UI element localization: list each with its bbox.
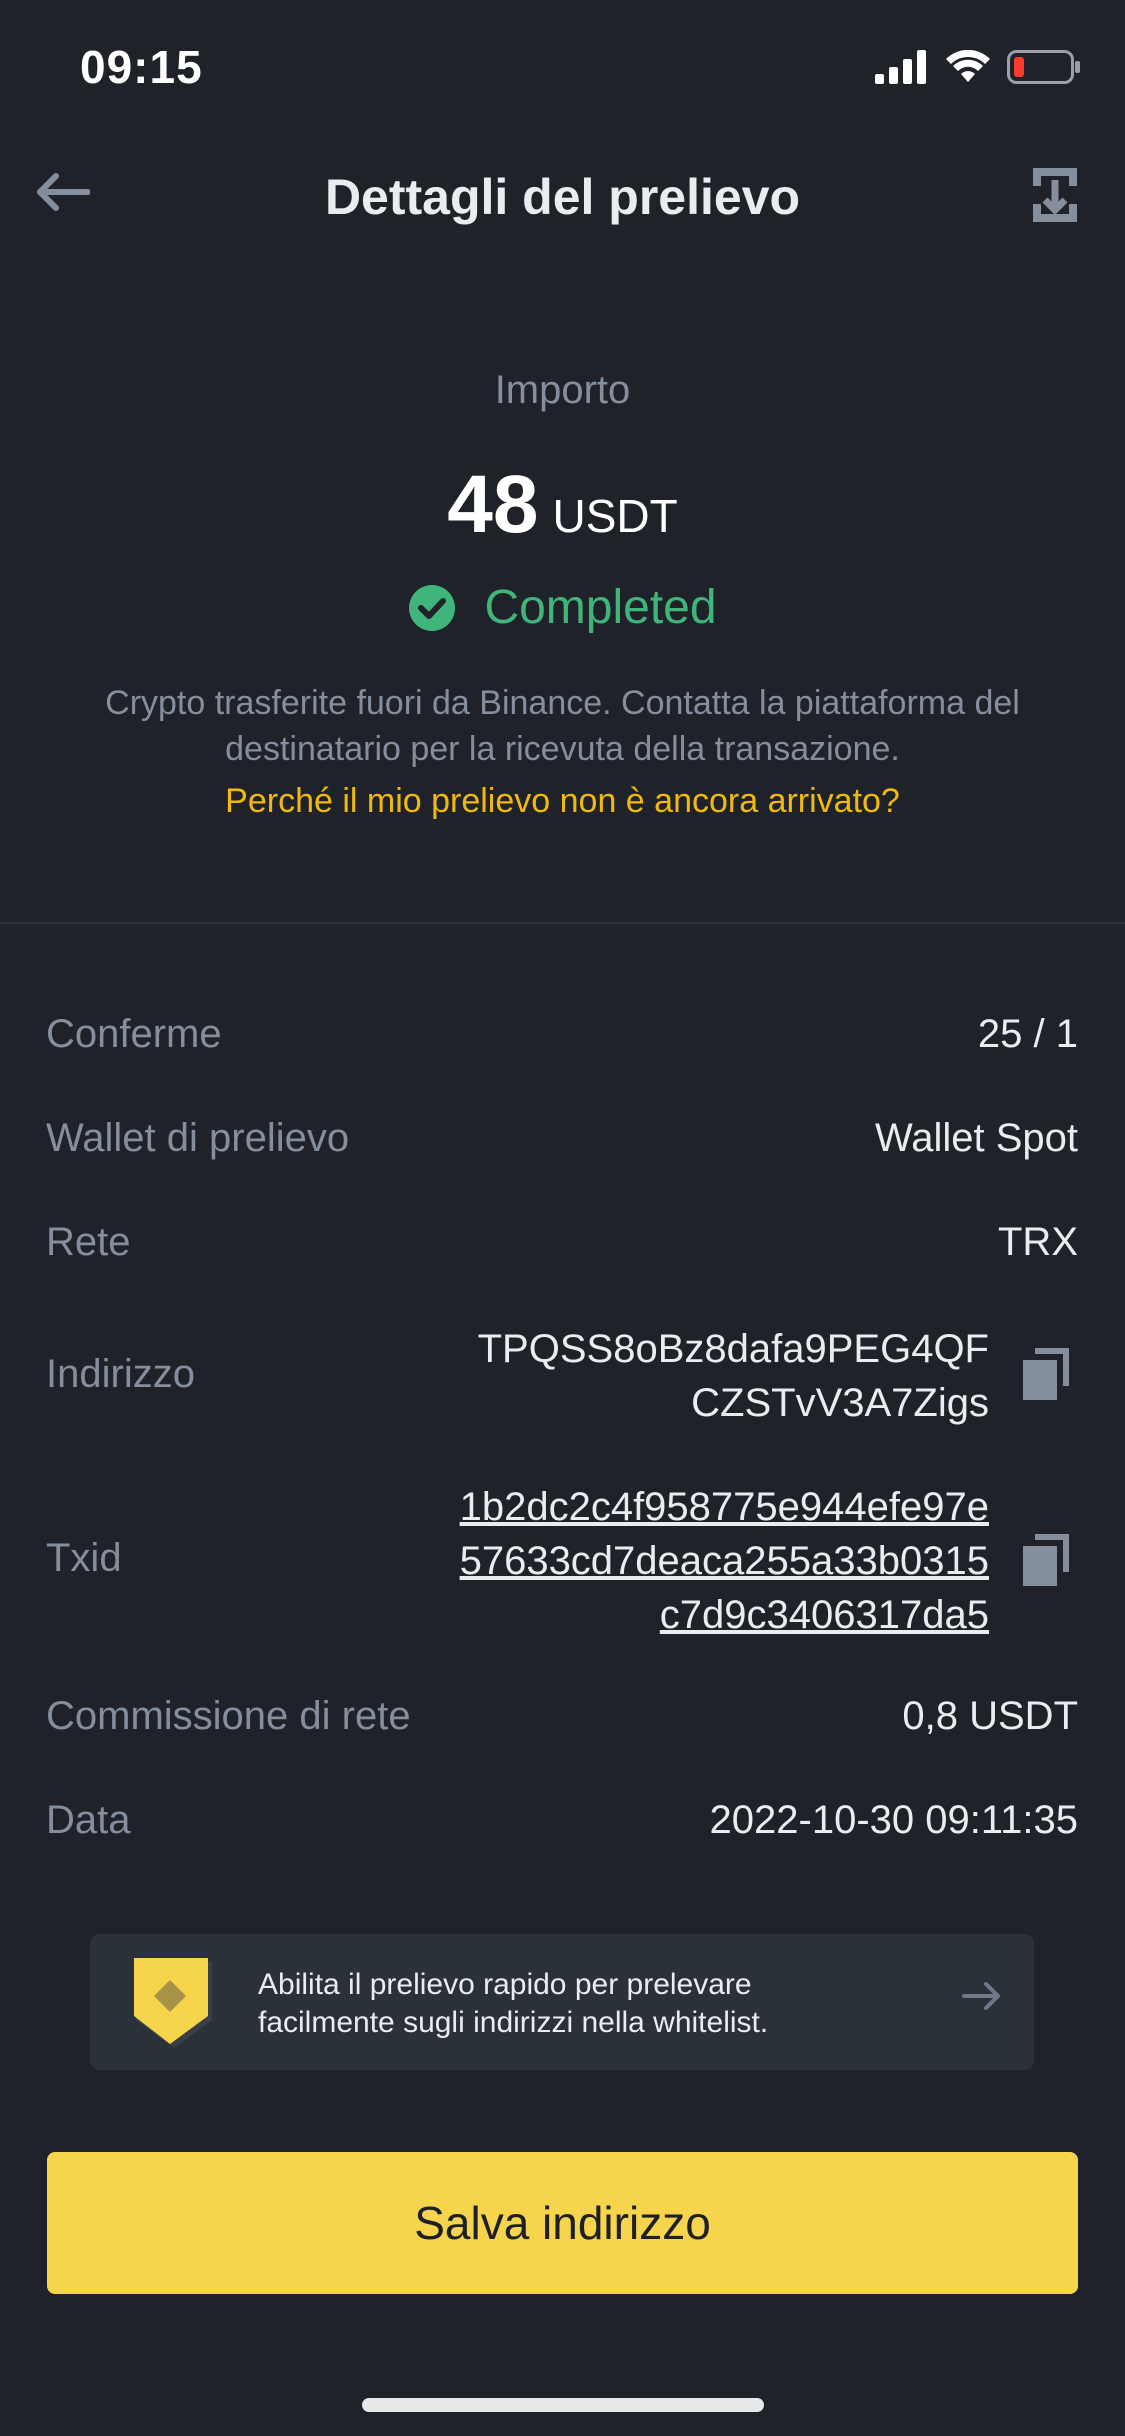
address-value: TPQSS8oBz8dafa9PEG4QFCZSTvV3A7Zigs [477, 1327, 989, 1425]
date-label: Data [46, 1798, 131, 1842]
banner-text: Abilita il prelievo rapido per prelevare… [258, 1968, 769, 2039]
copy-txid-button[interactable] [1023, 1534, 1073, 1590]
status-row: Completed [0, 580, 1125, 635]
divider [0, 922, 1125, 924]
wallet-value: Wallet Spot [874, 1116, 1078, 1160]
fee-value: 0,8 USDT [902, 1694, 1078, 1738]
amount-row: 48 USDT [0, 458, 1125, 552]
copy-icon [1023, 1534, 1069, 1586]
amount-value: 48 [447, 459, 539, 550]
confirmations-value: 25 / 1 [977, 1012, 1078, 1056]
copy-icon [1023, 1348, 1069, 1400]
status-icons [875, 50, 1081, 84]
shield-icon [134, 1958, 212, 2048]
page-title: Dettagli del prelievo [324, 169, 801, 225]
check-circle-icon [409, 584, 456, 631]
battery-icon [1007, 50, 1080, 84]
txid-label: Txid [46, 1536, 122, 1580]
wifi-icon [946, 50, 990, 82]
status-time: 09:15 [80, 41, 203, 93]
copy-address-button[interactable] [1023, 1348, 1073, 1404]
fee-label: Commissione di rete [46, 1694, 411, 1738]
help-link[interactable]: Perché il mio prelievo non è ancora arri… [0, 782, 1125, 821]
home-indicator [362, 2398, 764, 2412]
share-icon [1033, 168, 1077, 222]
amount-label: Importo [494, 368, 631, 412]
confirmations-label: Conferme [46, 1012, 222, 1056]
status-text: Completed [484, 581, 717, 634]
description-text: Crypto trasferite fuori da Binance. Cont… [105, 684, 1020, 768]
arrow-right-icon [962, 1982, 1000, 2010]
network-label: Rete [46, 1220, 131, 1264]
network-value: TRX [998, 1220, 1078, 1264]
txid-value[interactable]: 1b2dc2c4f958775e944efe97e57633cd7deaca25… [449, 1480, 989, 1642]
signal-icon [875, 50, 926, 84]
amount-unit: USDT [552, 490, 678, 542]
wallet-label: Wallet di prelievo [46, 1116, 350, 1160]
address-label: Indirizzo [46, 1352, 195, 1396]
date-value: 2022-10-30 09:11:35 [709, 1798, 1078, 1842]
save-address-button[interactable]: Salva indirizzo [47, 2152, 1078, 2294]
share-button[interactable] [1025, 162, 1085, 228]
quick-withdraw-banner[interactable]: Abilita il prelievo rapido per prelevare… [90, 1934, 1034, 2070]
